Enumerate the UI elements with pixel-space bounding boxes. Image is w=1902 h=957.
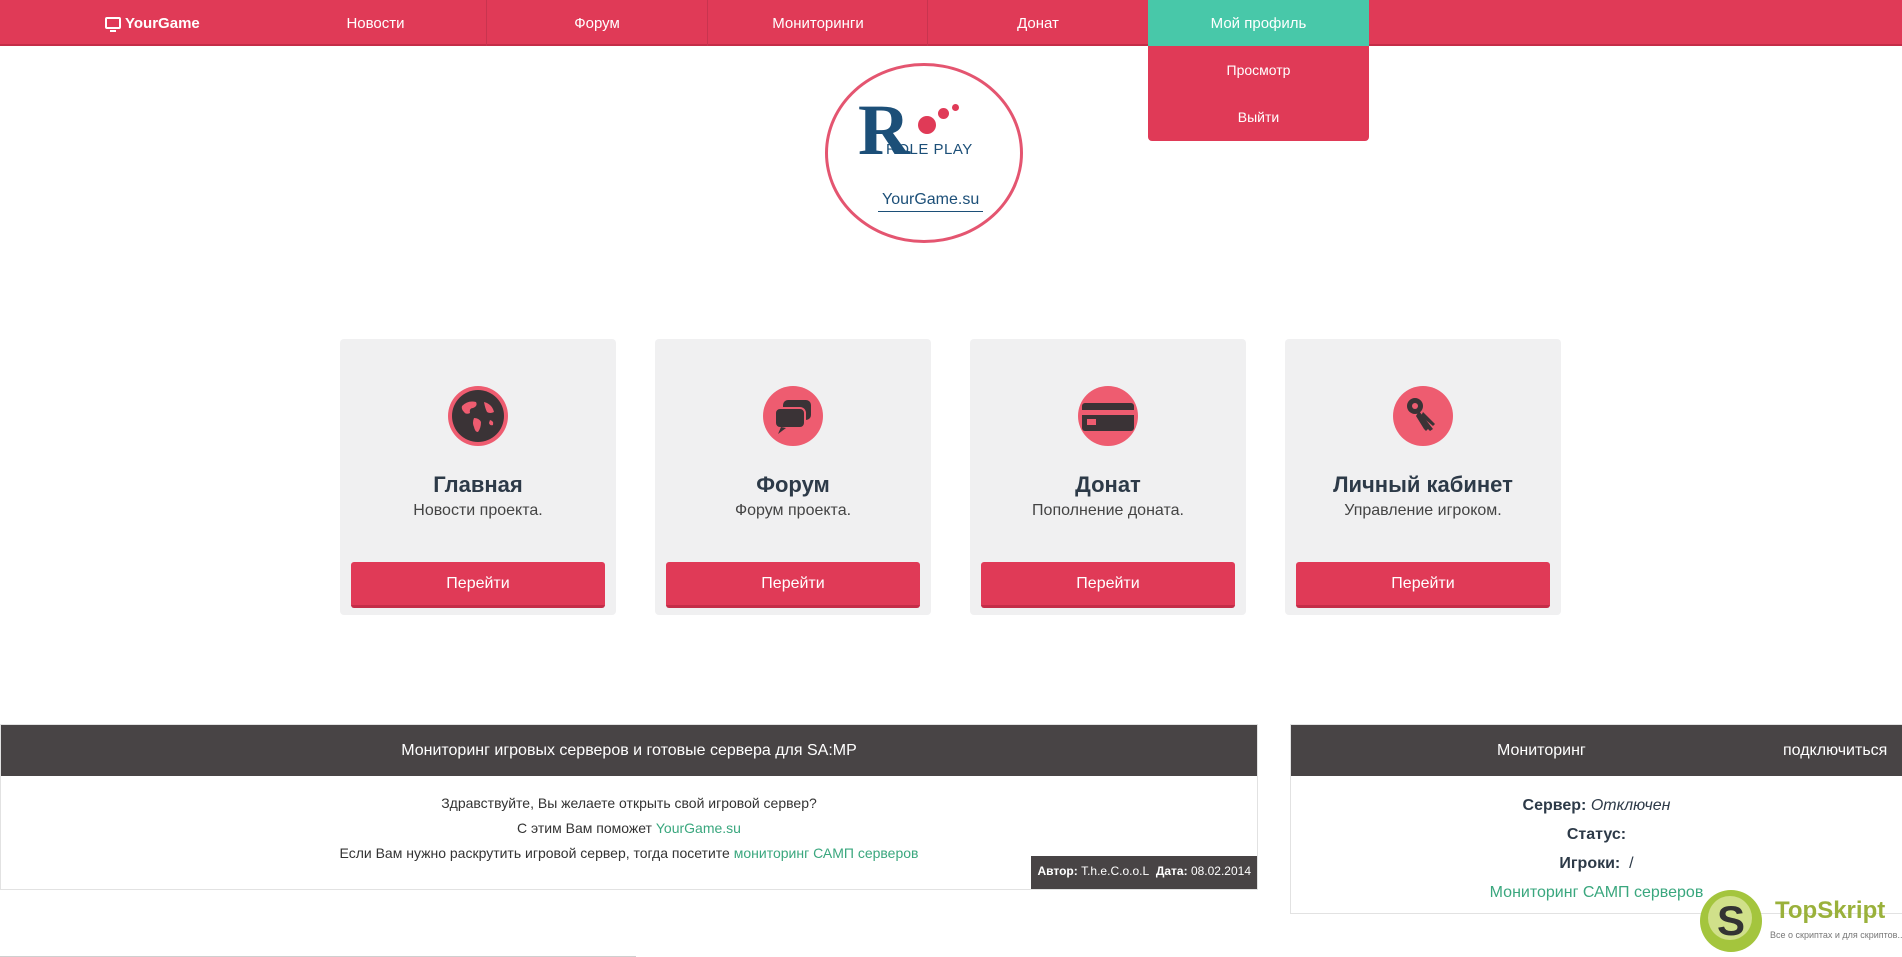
monitor-header: Мониторинг подключиться bbox=[1291, 725, 1902, 776]
server-label: Сервер: bbox=[1522, 797, 1587, 814]
profile-dropdown: Просмотр Выйти bbox=[1148, 46, 1369, 141]
keys-icon bbox=[1393, 386, 1453, 446]
monitor-title: Мониторинг bbox=[1497, 741, 1586, 759]
dropdown-view[interactable]: Просмотр bbox=[1148, 46, 1369, 93]
monitor-icon bbox=[105, 17, 121, 32]
card-subtitle: Новости проекта. bbox=[413, 502, 543, 519]
news-body: Здравствуйте, Вы желаете открыть свой иг… bbox=[1, 776, 1257, 866]
chat-bubbles-icon bbox=[763, 386, 823, 446]
date-label: Дата: bbox=[1155, 864, 1188, 878]
nav-monitoring[interactable]: Мониторинги bbox=[707, 0, 928, 46]
go-forum-button[interactable]: Перейти bbox=[666, 562, 920, 608]
globe-icon bbox=[448, 386, 508, 446]
site-link[interactable]: YourGame.su bbox=[656, 820, 741, 836]
nav-news[interactable]: Новости bbox=[265, 0, 486, 46]
site-logo: R ROLE PLAY YourGame.su bbox=[825, 63, 1023, 243]
go-donate-button[interactable]: Перейти bbox=[981, 562, 1235, 608]
logo-dot bbox=[952, 104, 959, 111]
card-title: Донат bbox=[1075, 472, 1141, 497]
watermark-slogan: Все о скриптах и для скриптов... bbox=[1770, 930, 1902, 940]
card-cabinet: Личный кабинет Управление игроком. Перей… bbox=[1285, 339, 1561, 615]
logo-dot bbox=[938, 108, 949, 119]
brand-label: YourGame bbox=[125, 14, 200, 32]
news-title: Мониторинг игровых серверов и готовые се… bbox=[1, 725, 1257, 776]
logo-dot bbox=[918, 116, 936, 134]
server-value: Отключен bbox=[1590, 797, 1671, 814]
logo-site: YourGame.su bbox=[878, 191, 984, 212]
top-navbar: YourGame Новости Форум Мониторинги Донат… bbox=[0, 0, 1902, 46]
card-forum: Форум Форум проекта. Перейти bbox=[655, 339, 931, 615]
monitoring-link[interactable]: мониторинг САМП серверов bbox=[734, 845, 919, 861]
news-meta: Автор: T.h.e.C.o.o.L Дата: 08.02.2014 bbox=[1031, 856, 1257, 889]
credit-card-icon bbox=[1078, 386, 1138, 446]
nav-my-profile[interactable]: Мой профиль bbox=[1148, 0, 1369, 46]
nav-donate[interactable]: Донат bbox=[927, 0, 1148, 46]
news-line: Здравствуйте, Вы желаете открыть свой иг… bbox=[441, 795, 817, 811]
connect-link[interactable]: подключиться bbox=[1783, 742, 1887, 760]
news-line: С этим Вам поможет YourGame.su bbox=[1, 816, 1257, 841]
go-cabinet-button[interactable]: Перейти bbox=[1296, 562, 1550, 608]
watermark-letter: S bbox=[1716, 897, 1745, 944]
players-value: / bbox=[1629, 855, 1634, 872]
card-title: Личный кабинет bbox=[1333, 472, 1513, 497]
author-label: Автор: bbox=[1037, 864, 1078, 878]
players-label: Игроки: bbox=[1559, 855, 1621, 872]
news-panel: Мониторинг игровых серверов и готовые се… bbox=[0, 724, 1258, 890]
server-row: Сервер: Отключен bbox=[1291, 791, 1902, 820]
card-subtitle: Форум проекта. bbox=[734, 502, 852, 519]
topskript-watermark: S TopSkript Все о скриптах и для скрипто… bbox=[1698, 885, 1902, 957]
news-text: С этим Вам поможет bbox=[517, 820, 656, 836]
watermark-name: TopSkript bbox=[1775, 897, 1886, 924]
card-title: Главная bbox=[433, 472, 523, 497]
card-title: Форум bbox=[756, 472, 830, 497]
news-text: Если Вам нужно раскрутить игровой сервер… bbox=[339, 845, 734, 861]
brand-link[interactable]: YourGame bbox=[105, 0, 200, 46]
go-home-button[interactable]: Перейти bbox=[351, 562, 605, 608]
card-subtitle: Управление игроком. bbox=[1344, 502, 1502, 519]
samp-monitoring-link[interactable]: Мониторинг САМП серверов bbox=[1490, 884, 1704, 901]
card-subtitle: Пополнение доната. bbox=[1032, 502, 1184, 519]
date-value: 08.02.2014 bbox=[1190, 864, 1251, 878]
nav-forum[interactable]: Форум bbox=[486, 0, 707, 46]
dropdown-logout[interactable]: Выйти bbox=[1148, 93, 1369, 140]
author-value: T.h.e.C.o.o.L bbox=[1081, 864, 1150, 878]
players-row: Игроки: / bbox=[1291, 849, 1902, 878]
logo-tagline: ROLE PLAY bbox=[886, 141, 973, 158]
topskript-logo-icon: S bbox=[1700, 890, 1762, 952]
card-donate: Донат Пополнение доната. Перейти bbox=[970, 339, 1246, 615]
card-home: Главная Новости проекта. Перейти bbox=[340, 339, 616, 615]
status-row: Статус: bbox=[1291, 820, 1902, 849]
status-label: Статус: bbox=[1566, 826, 1627, 843]
